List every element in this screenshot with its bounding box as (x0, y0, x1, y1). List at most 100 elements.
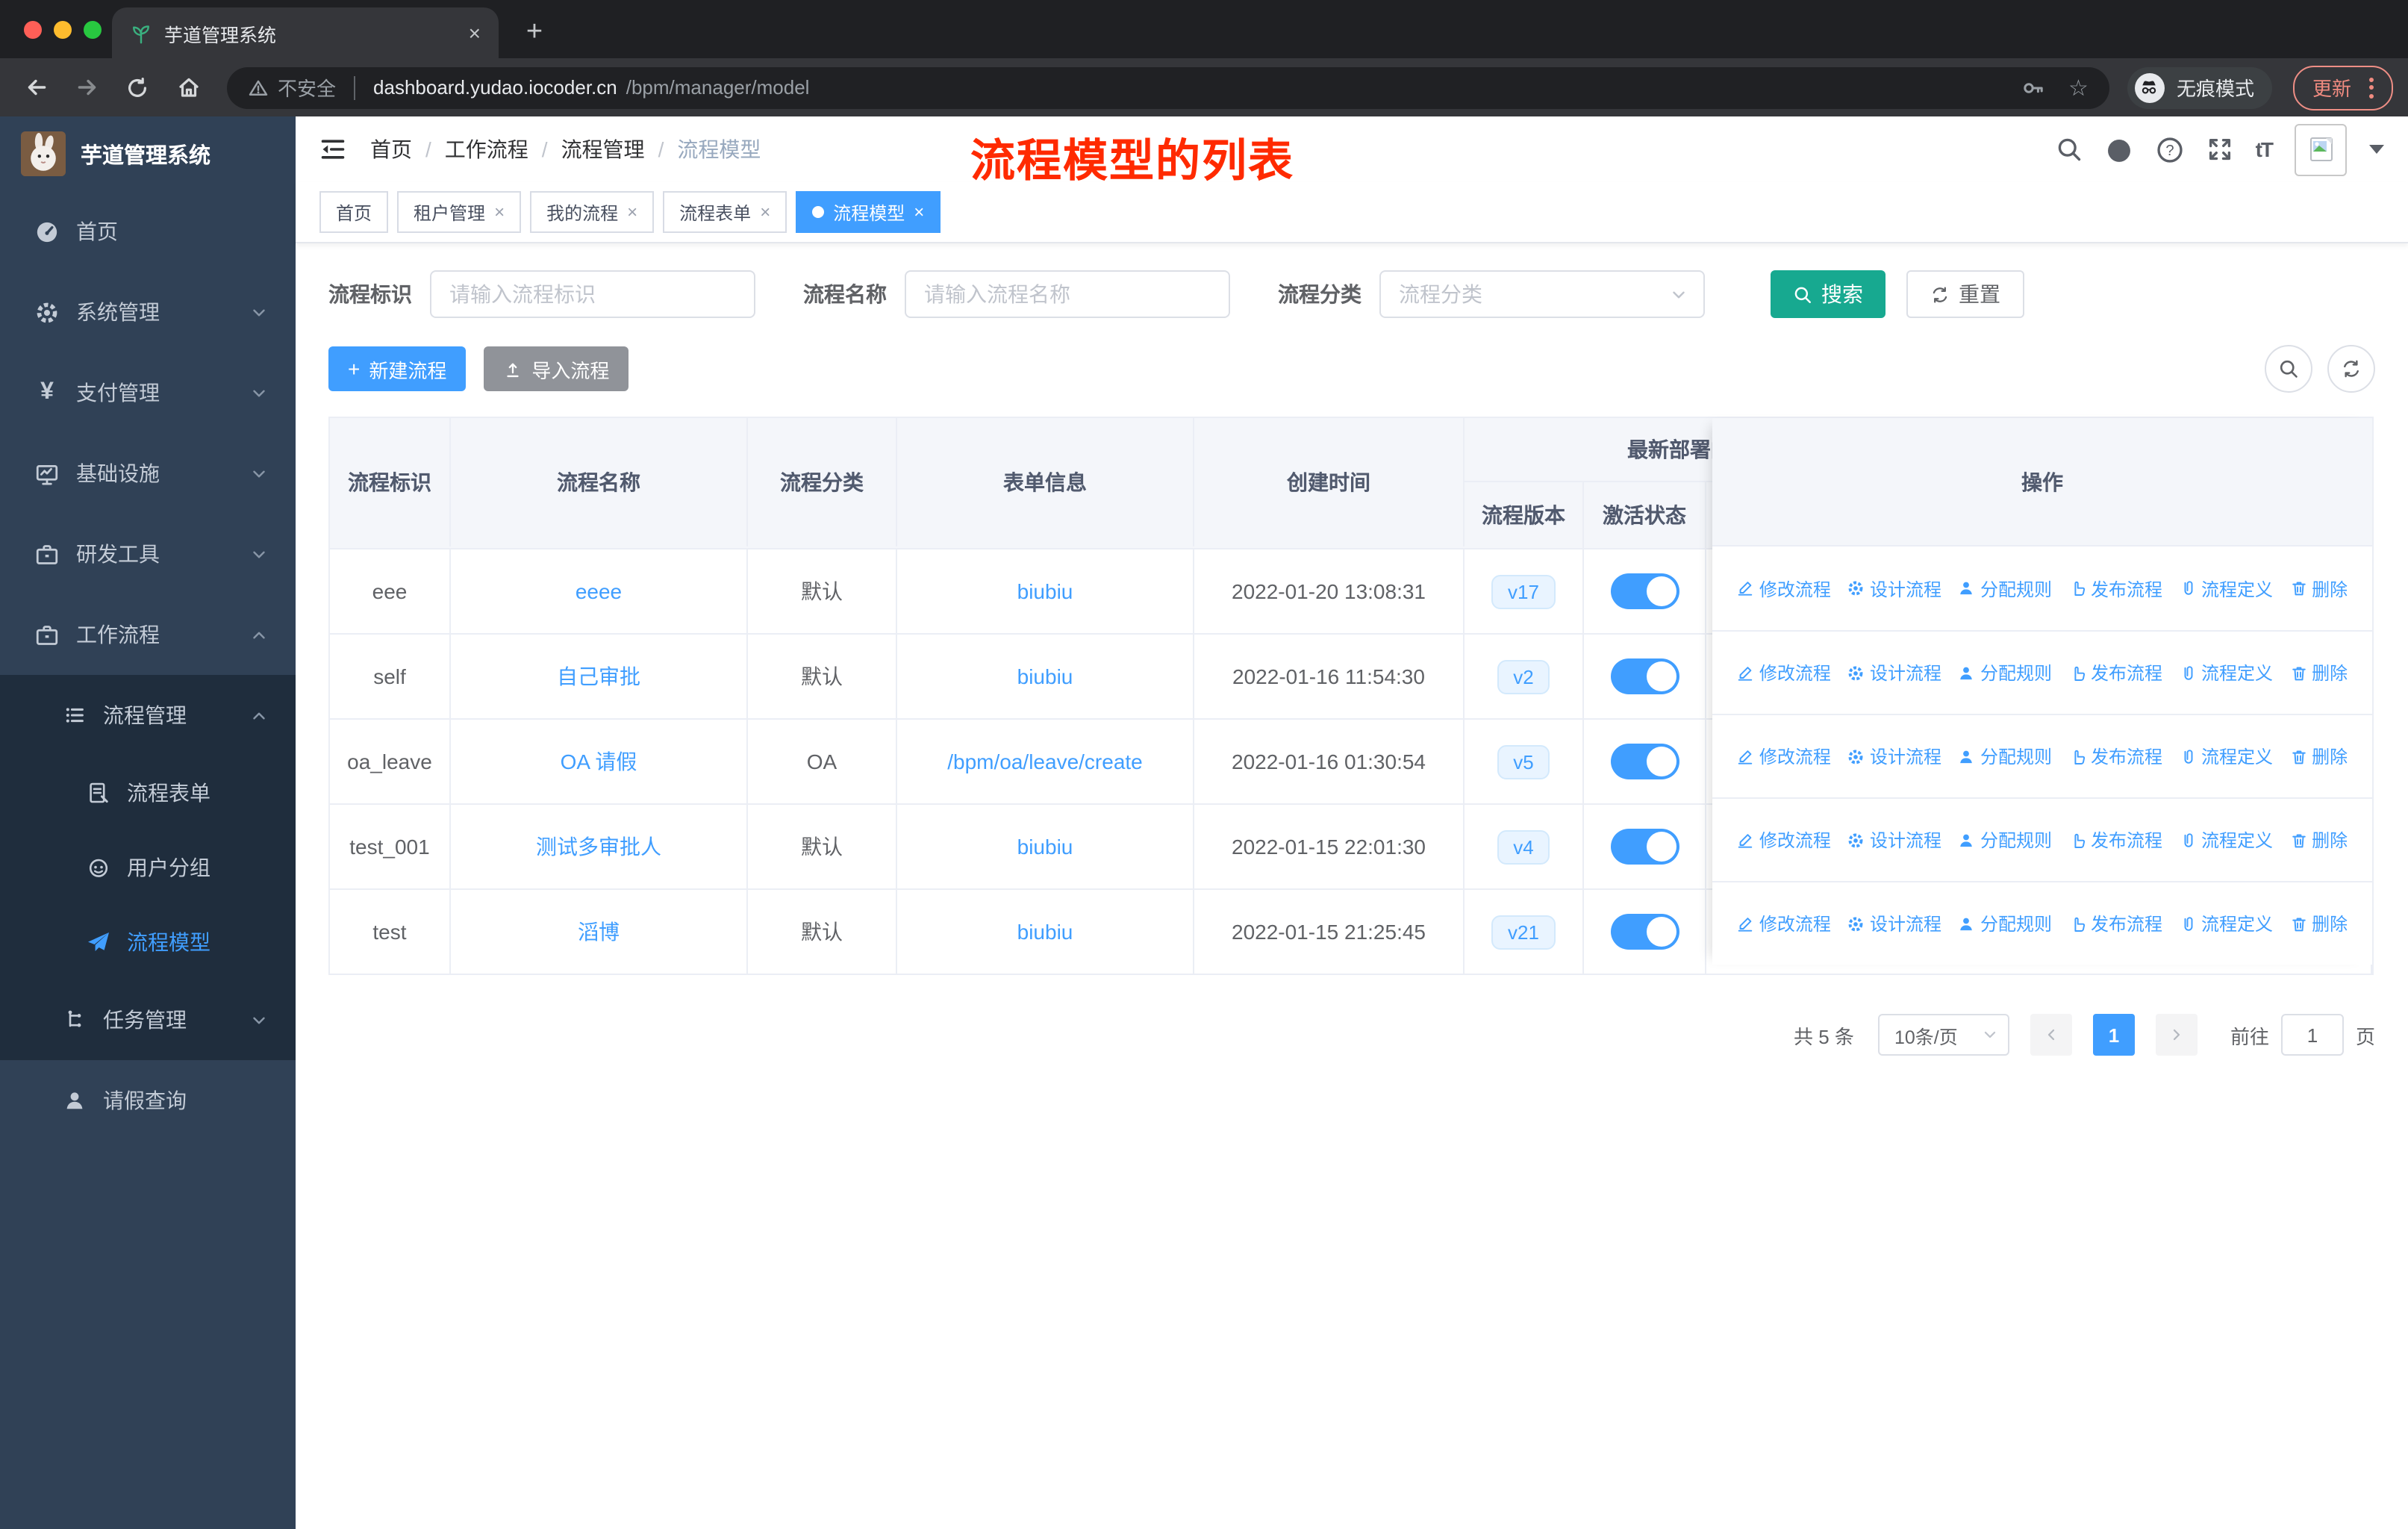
cell-form-link[interactable]: /bpm/oa/leave/create (897, 720, 1194, 803)
sidebar-item-home[interactable]: 首页 (0, 191, 296, 272)
page-size-select[interactable]: 10条/页 (1877, 1014, 2009, 1056)
tag-home[interactable]: 首页 (319, 191, 389, 233)
tag-close-icon[interactable]: × (494, 202, 505, 222)
tag-tenant[interactable]: 租户管理 × (397, 191, 522, 233)
goto-page-input[interactable] (2280, 1014, 2344, 1056)
chrome-update-button[interactable]: 更新 (2292, 65, 2393, 110)
process-id-input[interactable] (430, 270, 755, 318)
active-toggle[interactable] (1610, 573, 1679, 609)
minimize-window-button[interactable] (54, 21, 72, 39)
current-page-button[interactable]: 1 (2092, 1014, 2135, 1056)
tag-close-icon[interactable]: × (627, 202, 637, 222)
tab-close-icon[interactable]: × (469, 22, 481, 43)
active-toggle[interactable] (1610, 658, 1679, 694)
caret-down-icon[interactable] (2369, 145, 2384, 154)
forward-button[interactable] (66, 66, 107, 108)
sidebar-item-leave-query[interactable]: 请假查询 (0, 1060, 296, 1141)
edit-process-link[interactable]: 修改流程 (1737, 911, 1831, 936)
assign-rule-link[interactable]: 分配规则 (1958, 660, 2052, 685)
sidebar-item-workflow[interactable]: 工作流程 (0, 594, 296, 675)
toggle-search-button[interactable] (2265, 345, 2312, 393)
cell-form-link[interactable]: biubiu (897, 549, 1194, 633)
sidebar-item-process-form[interactable]: 流程表单 (0, 756, 296, 830)
edit-process-link[interactable]: 修改流程 (1737, 827, 1831, 853)
active-toggle[interactable] (1610, 914, 1679, 950)
process-definition-link[interactable]: 流程定义 (2179, 744, 2273, 769)
next-page-button[interactable] (2155, 1014, 2198, 1056)
design-process-link[interactable]: 设计流程 (1847, 660, 1941, 685)
font-size-icon[interactable]: tT (2256, 137, 2274, 161)
breadcrumb-item[interactable]: 首页 (370, 134, 412, 164)
tag-close-icon[interactable]: × (760, 202, 770, 222)
import-process-button[interactable]: 导入流程 (484, 346, 629, 391)
sidebar-item-user-group[interactable]: 用户分组 (0, 830, 296, 905)
cell-process-name-link[interactable]: 测试多审批人 (451, 805, 748, 888)
assign-rule-link[interactable]: 分配规则 (1958, 911, 2052, 936)
publish-process-link[interactable]: 发布流程 (2068, 911, 2162, 936)
publish-process-link[interactable]: 发布流程 (2068, 660, 2162, 685)
delete-link[interactable]: 删除 (2289, 827, 2348, 853)
process-definition-link[interactable]: 流程定义 (2179, 911, 2273, 936)
design-process-link[interactable]: 设计流程 (1847, 744, 1941, 769)
sidebar-item-process-model[interactable]: 流程模型 (0, 905, 296, 980)
sidebar-item-payment[interactable]: ¥ 支付管理 (0, 352, 296, 433)
github-icon[interactable] (2105, 135, 2133, 164)
tag-process-model[interactable]: 流程模型 × (796, 191, 941, 233)
assign-rule-link[interactable]: 分配规则 (1958, 744, 2052, 769)
search-icon[interactable] (2056, 136, 2083, 163)
cell-process-name-link[interactable]: eeee (451, 549, 748, 633)
browser-tab[interactable]: 芋道管理系统 × (112, 7, 499, 58)
collapse-sidebar-icon[interactable] (319, 136, 346, 163)
edit-process-link[interactable]: 修改流程 (1737, 660, 1831, 685)
delete-link[interactable]: 删除 (2289, 911, 2348, 936)
process-definition-link[interactable]: 流程定义 (2179, 827, 2273, 853)
sidebar-item-dev-tools[interactable]: 研发工具 (0, 514, 296, 594)
cell-process-name-link[interactable]: OA 请假 (451, 720, 748, 803)
process-definition-link[interactable]: 流程定义 (2179, 660, 2273, 685)
tag-my-process[interactable]: 我的流程 × (530, 191, 655, 233)
key-icon[interactable] (2021, 75, 2044, 99)
cell-process-name-link[interactable]: 滔博 (451, 890, 748, 974)
breadcrumb-item[interactable]: 工作流程 (445, 134, 528, 164)
assign-rule-link[interactable]: 分配规则 (1958, 827, 2052, 853)
breadcrumb-item[interactable]: 流程管理 (561, 134, 645, 164)
avatar[interactable] (2295, 123, 2347, 175)
sidebar-item-task-management[interactable]: 任务管理 (0, 980, 296, 1060)
help-icon[interactable]: ? (2156, 135, 2184, 164)
publish-process-link[interactable]: 发布流程 (2068, 827, 2162, 853)
tag-process-form[interactable]: 流程表单 × (663, 191, 787, 233)
sidebar-item-system[interactable]: 系统管理 (0, 272, 296, 352)
close-window-button[interactable] (24, 21, 42, 39)
address-bar[interactable]: 不安全 dashboard.yudao.iocoder.cn/bpm/manag… (227, 66, 2109, 108)
sidebar-item-infrastructure[interactable]: 基础设施 (0, 433, 296, 514)
bookmark-star-icon[interactable]: ☆ (2068, 74, 2089, 101)
active-toggle[interactable] (1610, 744, 1679, 779)
design-process-link[interactable]: 设计流程 (1847, 911, 1941, 936)
search-button[interactable]: 搜索 (1771, 270, 1885, 318)
new-tab-button[interactable]: + (517, 16, 552, 49)
zoom-window-button[interactable] (84, 21, 102, 39)
delete-link[interactable]: 删除 (2289, 660, 2348, 685)
cell-form-link[interactable]: biubiu (897, 890, 1194, 974)
process-category-select[interactable]: 流程分类 (1379, 270, 1705, 318)
delete-link[interactable]: 删除 (2289, 744, 2348, 769)
browser-menu-icon[interactable] (2369, 77, 2374, 98)
create-process-button[interactable]: + 新建流程 (328, 346, 467, 391)
delete-link[interactable]: 删除 (2289, 576, 2348, 601)
process-definition-link[interactable]: 流程定义 (2179, 576, 2273, 601)
cell-form-link[interactable]: biubiu (897, 635, 1194, 718)
design-process-link[interactable]: 设计流程 (1847, 827, 1941, 853)
assign-rule-link[interactable]: 分配规则 (1958, 576, 2052, 601)
cell-process-name-link[interactable]: 自己审批 (451, 635, 748, 718)
sidebar-item-process-management[interactable]: 流程管理 (0, 675, 296, 756)
process-name-input[interactable] (905, 270, 1230, 318)
back-button[interactable] (15, 66, 57, 108)
edit-process-link[interactable]: 修改流程 (1737, 744, 1831, 769)
cell-form-link[interactable]: biubiu (897, 805, 1194, 888)
tag-close-icon[interactable]: × (914, 202, 924, 222)
design-process-link[interactable]: 设计流程 (1847, 576, 1941, 601)
home-button[interactable] (167, 66, 209, 108)
refresh-table-button[interactable] (2327, 345, 2375, 393)
publish-process-link[interactable]: 发布流程 (2068, 576, 2162, 601)
fullscreen-icon[interactable] (2206, 136, 2233, 163)
